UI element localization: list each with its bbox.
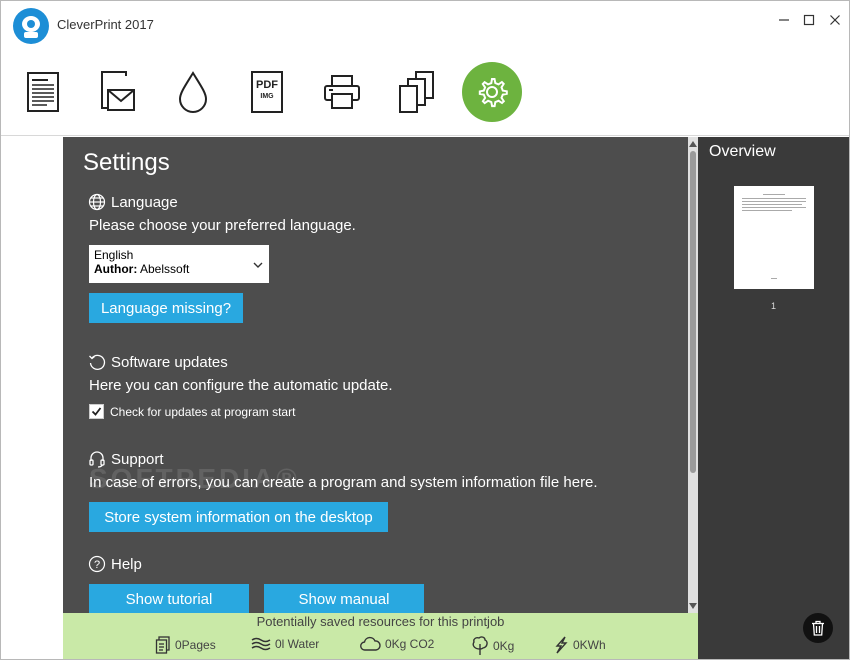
- support-description: In case of errors, you can create a prog…: [89, 474, 598, 491]
- minimize-button[interactable]: [771, 9, 797, 31]
- water-value: 0l Water: [275, 637, 320, 651]
- stat-co2: 0Kg CO2: [359, 636, 434, 652]
- overview-title: Overview: [709, 143, 776, 160]
- svg-text:?: ?: [94, 559, 100, 571]
- document-mail-icon: [101, 71, 135, 111]
- stat-energy: 0KWh: [553, 636, 606, 654]
- app-window: CleverPrint 2017 PDF IMG Settings Langua…: [0, 0, 850, 660]
- chevron-down-icon: [253, 258, 263, 272]
- delete-button[interactable]: [803, 613, 833, 643]
- gear-icon: [478, 78, 508, 108]
- tool-document[interactable]: [13, 62, 73, 122]
- document-icon: [27, 72, 59, 112]
- settings-scrollbar[interactable]: [688, 137, 698, 613]
- update-check-row[interactable]: Check for updates at program start: [89, 404, 295, 419]
- stat-pages: 0Pages: [155, 636, 216, 654]
- close-button[interactable]: [822, 9, 848, 31]
- printer-icon: [324, 75, 360, 109]
- lightning-icon: [553, 636, 569, 654]
- tree-icon: [471, 636, 489, 656]
- show-tutorial-button[interactable]: Show tutorial: [89, 584, 249, 613]
- show-manual-button[interactable]: Show manual: [264, 584, 424, 613]
- maximize-icon: [803, 14, 815, 26]
- updates-heading: Software updates: [88, 353, 228, 371]
- settings-panel: Settings Language Please choose your pre…: [63, 137, 688, 613]
- author-value: Abelssoft: [140, 262, 190, 276]
- cloud-icon: [359, 636, 381, 652]
- language-heading-label: Language: [111, 193, 178, 211]
- trash-icon: [812, 620, 824, 636]
- app-title: CleverPrint 2017: [57, 17, 154, 32]
- updates-description: Here you can configure the automatic upd…: [89, 377, 393, 394]
- scroll-up-icon[interactable]: [688, 139, 698, 149]
- checkmark-icon: [91, 407, 102, 416]
- scroll-down-icon[interactable]: [688, 601, 698, 611]
- language-select[interactable]: English Author: Abelssoft: [89, 245, 269, 283]
- tool-copies[interactable]: [387, 62, 447, 122]
- ink-drop-icon: [178, 71, 208, 113]
- page-number-label: 1: [770, 301, 776, 311]
- left-gutter: [1, 137, 63, 613]
- main-toolbar: PDF IMG: [1, 51, 849, 136]
- language-selected-value: English: [94, 248, 134, 262]
- updates-heading-label: Software updates: [111, 353, 228, 371]
- language-description: Please choose your preferred language.: [89, 217, 356, 234]
- language-heading: Language: [88, 193, 178, 211]
- settings-title: Settings: [83, 149, 170, 176]
- maximize-button[interactable]: [796, 9, 822, 31]
- language-missing-button[interactable]: Language missing?: [89, 293, 243, 323]
- help-heading: ? Help: [88, 555, 142, 573]
- title-bar: CleverPrint 2017: [1, 1, 849, 51]
- stat-wood: 0Kg: [471, 636, 514, 656]
- author-label: Author:: [94, 262, 138, 276]
- stat-water: 0l Water: [251, 636, 319, 652]
- help-circle-icon: ?: [88, 555, 106, 573]
- tool-pdf[interactable]: PDF IMG: [237, 62, 297, 122]
- svg-text:PDF: PDF: [256, 79, 278, 91]
- pages-value: 0Pages: [175, 638, 216, 652]
- globe-icon: [88, 193, 106, 211]
- update-checkbox[interactable]: [89, 404, 104, 419]
- close-icon: [830, 15, 840, 25]
- language-author-line: Author: Abelssoft: [94, 262, 264, 276]
- copies-icon: [399, 71, 434, 113]
- page-thumbnail[interactable]: [734, 186, 814, 289]
- overview-panel: Overview 1: [698, 137, 849, 659]
- co2-value: 0Kg CO2: [385, 637, 435, 651]
- resources-caption: Potentially saved resources for this pri…: [256, 614, 505, 629]
- resources-footer: Potentially saved resources for this pri…: [63, 613, 698, 659]
- tool-email[interactable]: [88, 62, 148, 122]
- wood-value: 0Kg: [493, 639, 515, 653]
- update-checkbox-label: Check for updates at program start: [110, 404, 296, 419]
- help-heading-label: Help: [111, 555, 142, 573]
- tool-settings[interactable]: [462, 62, 522, 122]
- pdf-img-icon: PDF IMG: [251, 71, 283, 113]
- scroll-thumb[interactable]: [690, 151, 696, 473]
- pages-icon: [155, 636, 171, 654]
- tool-ink[interactable]: [163, 62, 223, 122]
- water-icon: [251, 636, 271, 652]
- energy-value: 0KWh: [573, 638, 606, 652]
- svg-text:IMG: IMG: [260, 93, 274, 100]
- refresh-icon: [88, 353, 106, 371]
- tool-print[interactable]: [312, 62, 372, 122]
- minimize-icon: [779, 19, 789, 21]
- app-logo-icon: [13, 8, 49, 44]
- store-system-info-button[interactable]: Store system information on the desktop: [89, 502, 388, 532]
